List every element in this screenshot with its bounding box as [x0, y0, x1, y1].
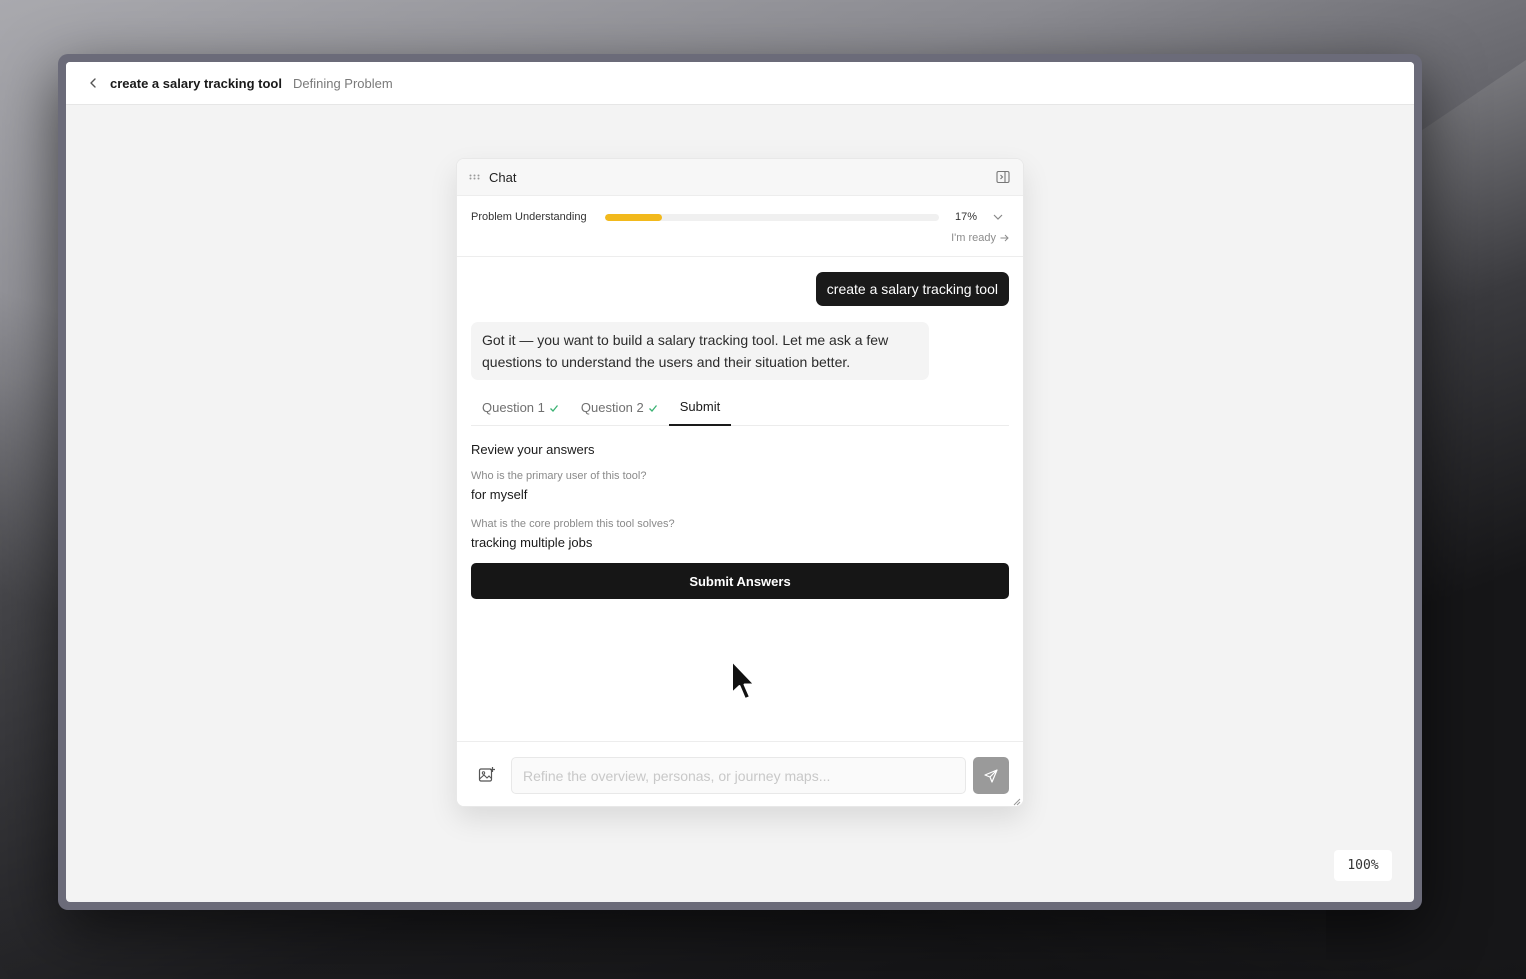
question-tabs: Question 1 Question 2 Submit	[471, 389, 1009, 426]
project-title: create a salary tracking tool	[110, 75, 282, 91]
chat-panel-header[interactable]: Chat	[457, 159, 1023, 196]
chevron-left-icon[interactable]	[86, 76, 100, 90]
progress-percent: 17%	[955, 211, 978, 223]
chat-input[interactable]	[511, 757, 966, 794]
chat-panel-title: Chat	[489, 169, 517, 185]
submit-answers-button[interactable]: Submit Answers	[471, 563, 1009, 599]
chat-composer	[457, 741, 1023, 806]
check-icon	[549, 405, 558, 412]
review-section: Review your answers Who is the primary u…	[471, 442, 1009, 566]
drag-handle-icon[interactable]	[469, 172, 481, 182]
app-window: create a salary tracking tool Defining P…	[66, 62, 1414, 902]
tab-label: Submit	[679, 399, 721, 414]
im-ready-link[interactable]: I'm ready	[951, 232, 1009, 244]
tab-submit[interactable]: Submit	[668, 389, 732, 426]
chevron-down-icon[interactable]	[993, 211, 1005, 223]
check-icon	[648, 405, 657, 412]
im-ready-label: I'm ready	[951, 232, 996, 244]
top-bar: create a salary tracking tool Defining P…	[66, 62, 1414, 105]
tab-question-2[interactable]: Question 2	[570, 388, 669, 425]
review-question: What is the core problem this tool solve…	[471, 518, 675, 530]
review-title: Review your answers	[471, 442, 595, 457]
zoom-level[interactable]: 100%	[1334, 850, 1392, 881]
arrow-right-icon	[1000, 234, 1009, 242]
progress-section: Problem Understanding 17% I'm ready	[457, 196, 1023, 257]
panel-collapse-icon[interactable]	[996, 170, 1010, 184]
assistant-message: Got it — you want to build a salary trac…	[471, 322, 929, 380]
resize-handle-icon[interactable]	[1012, 797, 1021, 806]
add-image-icon[interactable]	[478, 766, 496, 784]
send-button[interactable]	[973, 757, 1009, 794]
tab-label: Question 1	[482, 400, 545, 415]
progress-bar	[605, 213, 939, 221]
tab-question-1[interactable]: Question 1	[471, 388, 570, 425]
progress-label: Problem Understanding	[471, 211, 587, 223]
mouse-cursor-icon	[731, 660, 756, 700]
review-question: Who is the primary user of this tool?	[471, 470, 647, 482]
review-answer: for myself	[471, 487, 528, 502]
progress-bar-fill	[605, 213, 662, 221]
user-message: create a salary tracking tool	[815, 272, 1009, 306]
phase-label: Defining Problem	[292, 75, 393, 91]
review-answer: tracking multiple jobs	[471, 535, 593, 550]
tab-label: Question 2	[580, 400, 644, 415]
chat-panel: Chat Problem Understanding 17% I'm ready	[456, 158, 1024, 807]
send-icon	[984, 768, 998, 783]
